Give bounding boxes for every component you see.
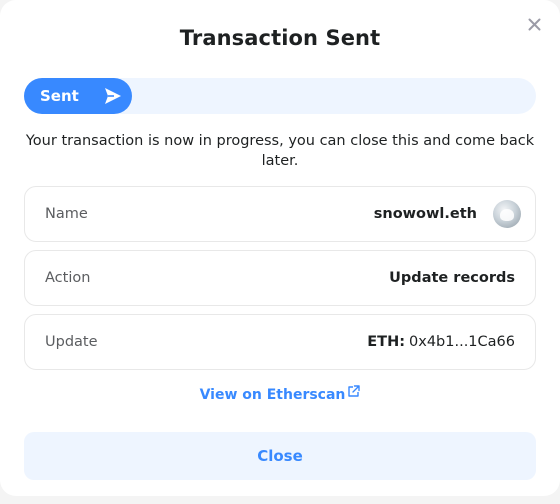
- send-icon: [102, 85, 124, 107]
- detail-label: Update: [45, 334, 98, 350]
- update-address: 0x4b1...1Ca66: [409, 334, 515, 350]
- detail-value: snowowl.eth: [373, 200, 521, 228]
- update-key: ETH:: [367, 334, 406, 350]
- detail-row-update: Update ETH: 0x4b1...1Ca66: [24, 314, 536, 370]
- detail-label: Name: [45, 206, 88, 222]
- avatar: [493, 200, 521, 228]
- external-link-icon: [347, 385, 361, 398]
- name-value: snowowl.eth: [373, 206, 477, 222]
- transaction-dialog: Transaction Sent Sent Your transaction i…: [0, 0, 560, 496]
- detail-label: Action: [45, 270, 91, 286]
- action-value: Update records: [389, 270, 515, 286]
- progress-bar: Sent: [24, 78, 536, 114]
- progress-label: Sent: [40, 87, 79, 105]
- status-message: Your transaction is now in progress, you…: [25, 133, 535, 169]
- detail-row-name: Name snowowl.eth: [24, 186, 536, 242]
- progress-fill: Sent: [24, 78, 132, 114]
- detail-row-action: Action Update records: [24, 250, 536, 306]
- etherscan-link-label: View on Etherscan: [199, 387, 346, 403]
- close-button[interactable]: Close: [24, 432, 536, 480]
- dialog-title: Transaction Sent: [179, 26, 381, 50]
- update-value: ETH: 0x4b1...1Ca66: [367, 334, 515, 350]
- etherscan-link[interactable]: View on Etherscan: [0, 385, 560, 403]
